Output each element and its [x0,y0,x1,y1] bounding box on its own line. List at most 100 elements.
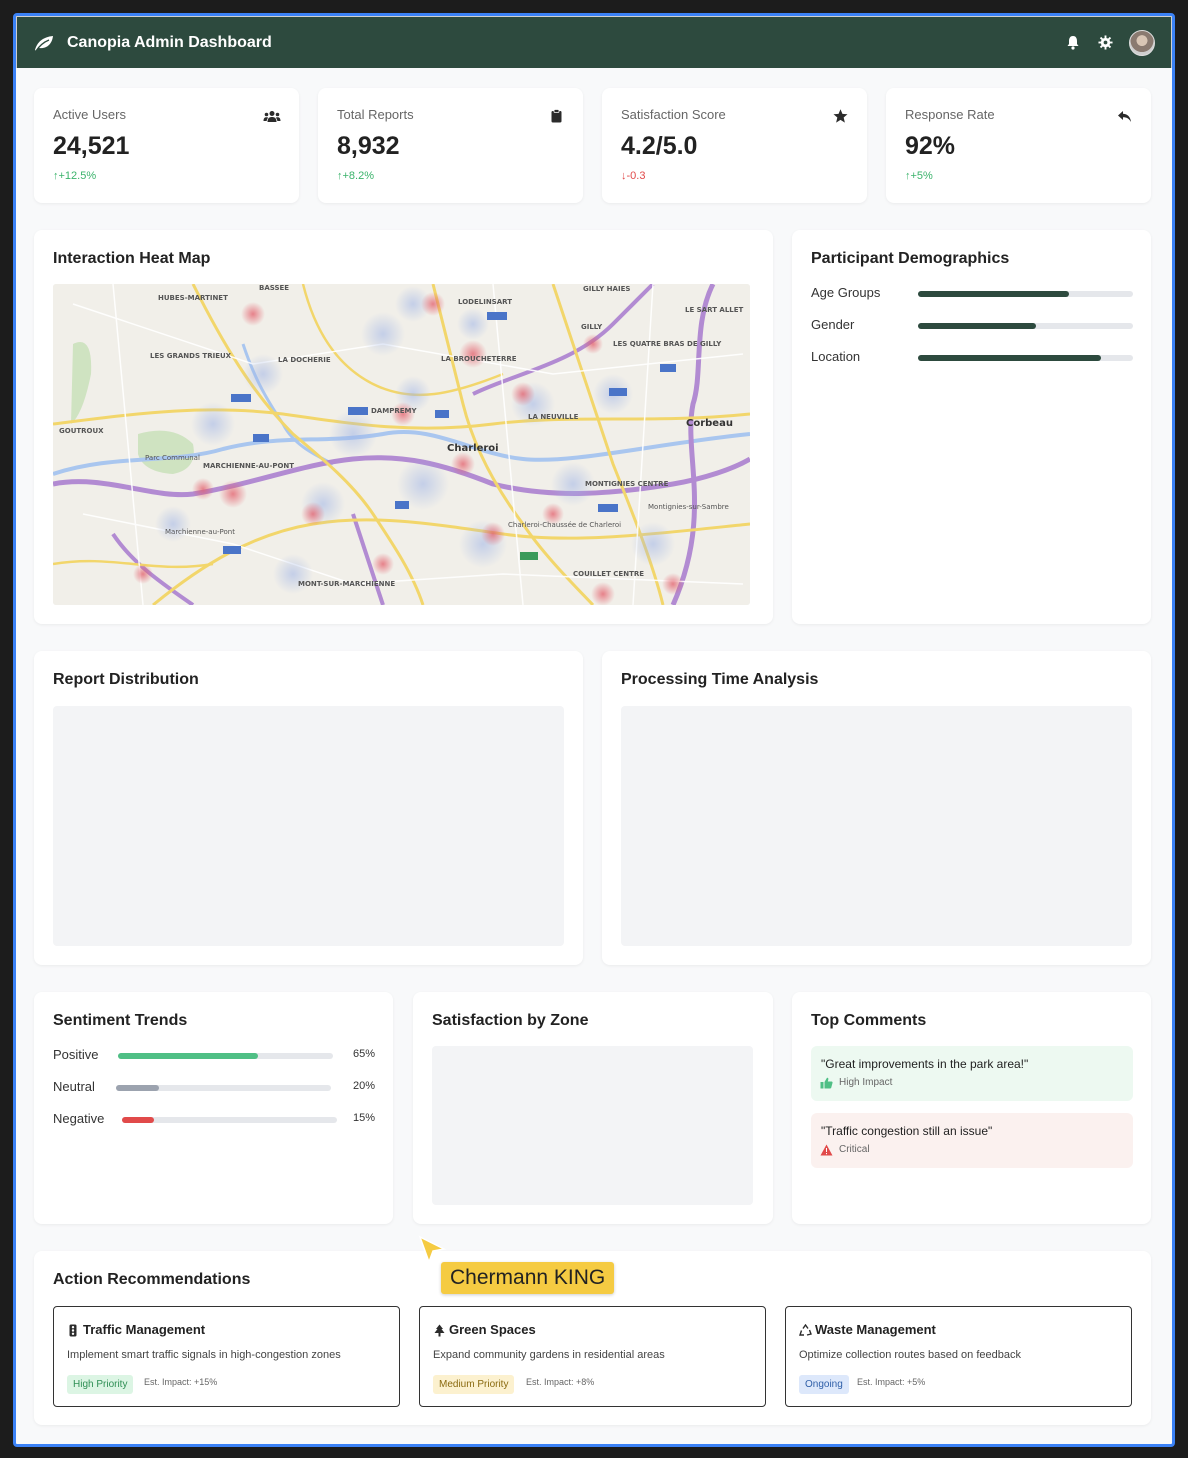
sentiment-row: Positive 65% [53,1047,375,1065]
demographics-row: Location [811,349,1133,367]
map-label: MARCHIENNE-AU-PONT [203,462,294,470]
heatmap-map[interactable]: BASSEE HUBES-MARTINET LODELINSART GILLY … [53,284,750,605]
stat-card-response-rate: Response Rate 92% ↑+5% [886,88,1151,203]
zone-chart-placeholder [432,1046,753,1205]
stat-delta: ↓-0.3 [621,170,646,182]
actions-title: Action Recommendations [53,1271,251,1288]
stat-value: 8,932 [337,132,400,160]
app-window: Canopia Admin Dashboard Active Users 24,… [13,13,1175,1447]
bell-icon[interactable] [1063,33,1083,53]
report-distribution-chart-placeholder [53,706,564,946]
comment-tag: Critical [839,1144,870,1155]
recommendation-title: Waste Management [815,1322,936,1337]
stat-label: Active Users [53,107,126,122]
stat-delta: ↑+8.2% [337,170,374,182]
demographics-bar-fill [918,323,1037,329]
map-label: LES GRANDS TRIEUX [150,352,232,360]
recommendation-description: Implement smart traffic signals in high-… [67,1349,341,1361]
demographics-row: Gender [811,317,1133,335]
map-label: Parc Communal [145,454,200,462]
map-label: Charleroi [447,443,499,454]
demographics-bar-track [918,291,1133,297]
map-label: Corbeau [686,418,733,429]
map-label: MONT-SUR-MARCHIENNE [298,580,395,588]
recommendation-description: Optimize collection routes based on feed… [799,1349,1021,1361]
app-title: Canopia Admin Dashboard [67,33,272,51]
comment-item[interactable]: "Traffic congestion still an issue" Crit… [811,1113,1133,1168]
demographics-title: Participant Demographics [811,250,1010,267]
leaf-logo-icon [33,32,55,54]
comments-card: Top Comments "Great improvements in the … [792,992,1151,1224]
sentiment-bar-track [118,1053,333,1059]
demographics-bar-track [918,355,1133,361]
map-label: DAMPREMY [371,407,417,415]
clipboard-icon [547,108,565,124]
report-distribution-title: Report Distribution [53,671,199,688]
comment-tag: High Impact [839,1077,893,1088]
user-avatar[interactable] [1129,29,1155,56]
recommendation-traffic[interactable]: Traffic Management Implement smart traff… [53,1306,400,1407]
demographics-row: Age Groups [811,285,1133,303]
demographics-label: Age Groups [811,285,881,300]
map-label: LODELINSART [458,298,512,306]
sentiment-bar-track [116,1085,331,1091]
stat-value: 24,521 [53,132,130,160]
map-label: LA BROUCHETERRE [441,355,517,363]
sentiment-percent: 15% [352,1112,375,1124]
sentiment-row: Negative 15% [53,1111,375,1129]
stat-value: 92% [905,132,956,160]
map-label: BASSEE [259,284,289,292]
sentiment-row: Neutral 20% [53,1079,375,1097]
recycle-icon [798,1323,812,1337]
impact-estimate: Est. Impact: +8% [526,1377,595,1387]
stat-card-active-users: Active Users 24,521 ↑+12.5% [34,88,299,203]
report-distribution-card: Report Distribution [34,651,583,965]
stat-delta: ↑+5% [905,170,933,182]
impact-estimate: Est. Impact: +5% [857,1377,926,1387]
sentiment-percent: 20% [352,1080,375,1092]
sentiment-percent: 65% [352,1048,375,1060]
reply-icon [1115,108,1133,124]
sentiment-bar-fill [116,1085,159,1091]
stat-delta: ↑+12.5% [53,170,97,182]
recommendation-green-spaces[interactable]: Green Spaces Expand community gardens in… [419,1306,766,1407]
demographics-bar-fill [918,355,1101,361]
sentiment-bar-fill [118,1053,258,1059]
comment-item[interactable]: "Great improvements in the park area!" H… [811,1046,1133,1101]
users-icon [263,108,281,124]
comments-title: Top Comments [811,1012,927,1029]
demographics-label: Gender [811,317,855,332]
warning-icon [820,1144,834,1156]
mouse-cursor [418,1235,448,1265]
traffic-light-icon [66,1323,80,1337]
priority-badge: Ongoing [799,1375,849,1394]
tree-icon [432,1323,446,1337]
top-navbar: Canopia Admin Dashboard [16,16,1172,68]
demographics-bar-track [918,323,1133,329]
map-label: Charleroi-Chaussée de Charleroi [508,521,621,529]
cursor-user-label: Chermann KING [441,1262,615,1294]
recommendation-waste[interactable]: Waste Management Optimize collection rou… [785,1306,1132,1407]
map-label: MONTIGNIES CENTRE [585,480,669,488]
demographics-label: Location [811,349,861,364]
map-label: LES QUATRE BRAS DE GILLY [613,340,722,348]
heatmap-title: Interaction Heat Map [53,250,211,267]
sentiment-label: Positive [53,1047,99,1062]
comment-text: "Traffic congestion still an issue" [821,1124,993,1138]
sentiment-bar-fill [122,1117,155,1123]
stat-value: 4.2/5.0 [621,132,698,160]
heatmap-card: Interaction Heat Map BASSEE HUBES-MARTIN… [34,230,773,624]
recommendation-title: Green Spaces [449,1322,536,1337]
gear-icon[interactable] [1095,33,1115,53]
priority-badge: High Priority [67,1375,134,1394]
demographics-bar-fill [918,291,1069,297]
sentiment-label: Negative [53,1111,105,1126]
map-label: GOUTROUX [59,427,104,435]
recommendation-description: Expand community gardens in residential … [433,1349,665,1361]
stat-label: Total Reports [337,107,414,122]
sentiment-title: Sentiment Trends [53,1012,188,1029]
sentiment-label: Neutral [53,1079,95,1094]
processing-time-chart-placeholder [621,706,1132,946]
map-label: LA DOCHERIE [278,356,331,364]
map-label: LE SART ALLET [685,306,744,314]
